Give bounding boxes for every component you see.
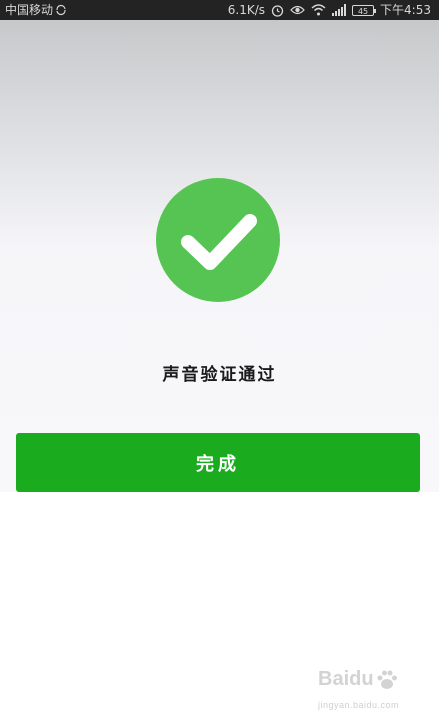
success-badge — [156, 178, 280, 302]
wifi-icon — [311, 4, 326, 16]
verification-result-text: 声音验证通过 — [162, 365, 277, 385]
voice-verification-screen: 中国移动 6.1K/s 45 下午4:53 声音验证通过 完成 Baidu ji… — [0, 0, 439, 720]
watermark-logo: Baidu — [318, 668, 399, 691]
alarm-icon — [271, 4, 284, 17]
clock: 下午4:53 — [380, 3, 431, 17]
baidu-watermark: Baidu jingyan.baidu.com — [318, 664, 413, 714]
watermark-brand: Baidu — [318, 668, 374, 690]
battery-icon: 45 — [352, 4, 377, 16]
sync-icon — [56, 4, 66, 16]
main-content: 声音验证通过 完成 — [0, 20, 439, 492]
battery-level: 45 — [357, 6, 369, 16]
status-indicators: 6.1K/s 45 下午4:53 — [228, 0, 431, 20]
paw-icon — [377, 670, 397, 689]
status-bar: 中国移动 6.1K/s 45 下午4:53 — [0, 0, 439, 20]
watermark-url: jingyan.baidu.com — [318, 700, 400, 710]
carrier-group: 中国移动 — [5, 0, 67, 20]
done-button[interactable]: 完成 — [16, 433, 420, 492]
checkmark-icon — [181, 214, 257, 270]
carrier-name: 中国移动 — [5, 3, 54, 17]
signal-icon — [332, 4, 347, 16]
eye-icon — [290, 5, 305, 15]
network-speed: 6.1K/s — [227, 3, 266, 17]
